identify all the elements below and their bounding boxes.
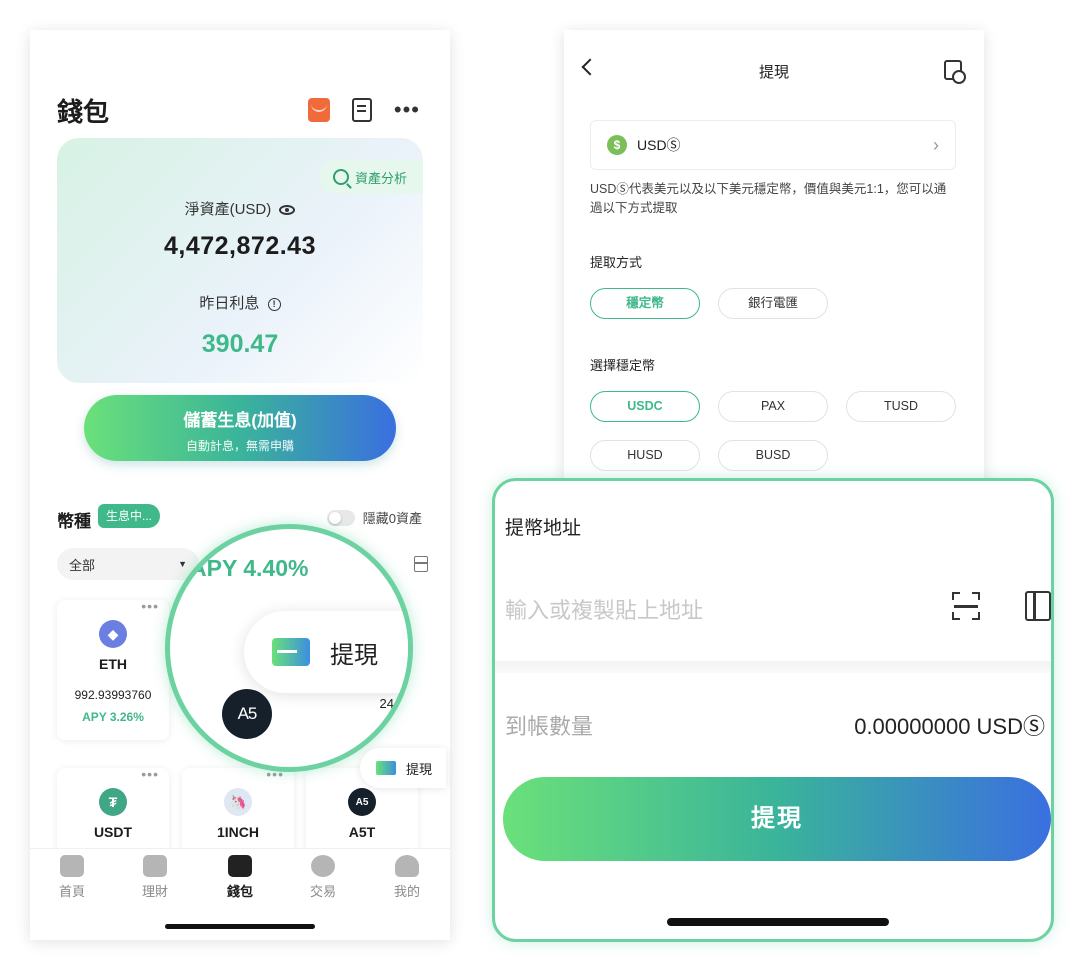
scan-icon[interactable] <box>952 592 980 620</box>
currency-select[interactable]: $ USDⓈ › <box>590 120 956 170</box>
more-icon[interactable]: ••• <box>141 766 159 782</box>
interest-text: 昨日利息 <box>199 295 260 312</box>
stablecoin-tusd[interactable]: TUSD <box>846 391 956 422</box>
address-label: 提幣地址 <box>505 518 582 539</box>
history-icon[interactable] <box>944 60 966 84</box>
nav-label: 錢包 <box>226 884 253 899</box>
stablecoin-busd[interactable]: BUSD <box>718 440 828 471</box>
interest-label: 昨日利息 ! <box>57 292 423 313</box>
statement-icon[interactable] <box>351 98 372 122</box>
withdraw-icon <box>376 761 396 775</box>
coin-amount: 992.93993760 <box>74 688 152 702</box>
eye-icon[interactable] <box>279 205 296 216</box>
withdraw-screen: 提現 $ USDⓈ › USDⓈ代表美元以及以下美元穩定幣，價值與美元1:1，您… <box>564 30 984 490</box>
coin-name: A5T <box>348 824 376 840</box>
withdraw-shortcut-label: 提現 <box>406 761 433 777</box>
coins-title: 幣種 <box>57 512 91 531</box>
coin-name: USDT <box>93 824 133 840</box>
zoomed-apy: APY 4.40% <box>190 555 309 581</box>
exchange-icon <box>311 855 335 877</box>
amount-label: 到帳數量 <box>505 714 594 739</box>
stablecoin-husd[interactable]: HUSD <box>590 440 700 471</box>
nav-label: 理財 <box>141 884 168 899</box>
save-button-title: 儲蓄生息(加值) <box>183 411 297 430</box>
info-icon[interactable]: ! <box>267 297 281 311</box>
asset-card: 資產分析 淨資產(USD) 4,472,872.43 昨日利息 ! 390.47 <box>57 138 423 383</box>
zoomed-amount-fragment: 24 <box>379 696 394 711</box>
earning-badge[interactable]: 生息中... <box>98 504 161 528</box>
nav-label: 首頁 <box>58 884 85 899</box>
1inch-icon: 🦄 <box>224 788 252 816</box>
caret-down-icon: ▼ <box>178 559 187 569</box>
page-title: 提現 <box>758 64 789 81</box>
withdraw-label: 提現 <box>330 641 378 669</box>
toggle-switch[interactable] <box>326 509 355 526</box>
coin-name: ETH <box>99 656 127 672</box>
a5-logo-icon: A5 <box>222 689 272 739</box>
stablecoin-pax[interactable]: PAX <box>718 391 828 422</box>
coin-card-usdt[interactable]: ••• ₮ USDT <box>57 766 169 858</box>
hide-zero-label: 隱藏0資產 <box>362 511 422 526</box>
coin-card-eth[interactable]: ••• ◆ ETH 992.93993760 APY 3.26% <box>57 598 169 740</box>
wallet-screen: 錢包 ••• 資產分析 淨資產(USD) 4,472,872.43 昨日利息 !… <box>30 30 450 940</box>
home-indicator <box>667 918 889 926</box>
nav-label: 我的 <box>393 884 420 899</box>
tether-icon: ₮ <box>99 788 127 816</box>
asset-analysis-button[interactable]: 資產分析 <box>318 160 423 194</box>
stablecoin-label: 選擇穩定幣 <box>590 358 656 373</box>
header-actions: ••• <box>307 98 420 122</box>
withdraw-icon <box>272 638 310 666</box>
chevron-right-icon: › <box>933 134 939 155</box>
coin-apy: APY 3.26% <box>82 710 144 724</box>
withdraw-submit-button[interactable]: 提現 <box>503 777 1051 861</box>
amount-value: 0.00000000 USDⓈ <box>854 714 1045 739</box>
more-icon[interactable]: ••• <box>394 99 420 121</box>
coin-filter-select[interactable]: 全部 ▼ <box>57 548 199 580</box>
save-button-subtitle: 自動計息，無需申購 <box>185 439 294 453</box>
interest-value: 390.47 <box>201 330 279 358</box>
zoomed-withdraw-button[interactable]: 提現 <box>244 611 408 693</box>
currency-note: USDⓈ代表美元以及以下美元穩定幣，價值與美元1:1，您可以通過以下方式提取 <box>590 182 947 215</box>
divider <box>495 661 1051 673</box>
currency-name: USDⓈ <box>637 137 681 153</box>
address-input[interactable]: 輸入或複製貼上地址 <box>505 593 703 625</box>
a5t-icon: A5 <box>348 788 376 816</box>
method-stablecoin[interactable]: 穩定幣 <box>590 288 700 319</box>
withdraw-shortcut-button[interactable]: 提現 <box>360 748 446 788</box>
nav-finance[interactable]: 理財 <box>125 855 185 900</box>
address-book-icon[interactable] <box>1025 591 1051 621</box>
method-label: 提取方式 <box>590 255 643 270</box>
stablecoin-usdc[interactable]: USDC <box>590 391 700 422</box>
wallet-icon <box>228 855 252 877</box>
user-icon <box>395 855 419 877</box>
net-assets-value: 4,472,872.43 <box>164 232 316 260</box>
magnifier-zoom: APY 4.40% 提現 A5 24 <box>165 524 413 772</box>
eth-icon: ◆ <box>99 620 127 648</box>
method-bank-wire[interactable]: 銀行電匯 <box>718 288 828 319</box>
analysis-icon <box>332 169 349 185</box>
net-assets-label: 淨資產(USD) <box>57 198 423 219</box>
nav-label: 交易 <box>309 884 336 899</box>
nav-wallet[interactable]: 錢包 <box>210 855 270 900</box>
nav-me[interactable]: 我的 <box>377 855 437 900</box>
more-icon[interactable]: ••• <box>141 598 159 614</box>
net-assets-text: 淨資產(USD) <box>184 201 272 218</box>
red-packet-icon[interactable] <box>307 98 330 122</box>
chart-icon <box>143 855 167 877</box>
nav-trade[interactable]: 交易 <box>293 855 353 900</box>
filter-value: 全部 <box>69 557 96 573</box>
page-title: 錢包 <box>57 97 110 127</box>
home-icon <box>60 855 84 877</box>
home-indicator <box>165 924 315 929</box>
layout-toggle-icon[interactable] <box>414 556 428 572</box>
withdraw-form-zoom: 提幣地址 輸入或複製貼上地址 到帳數量 0.00000000 USDⓈ 提現 <box>492 478 1054 942</box>
coin-card-1inch[interactable]: ••• 🦄 1INCH <box>182 766 294 858</box>
hide-zero-toggle[interactable]: 隱藏0資產 <box>326 508 422 527</box>
nav-home[interactable]: 首頁 <box>42 855 102 900</box>
asset-analysis-label: 資產分析 <box>354 170 407 186</box>
usd-icon: $ <box>607 135 627 155</box>
save-deposit-button[interactable]: 儲蓄生息(加值) 自動計息，無需申購 <box>84 395 396 461</box>
coin-name: 1INCH <box>216 824 259 840</box>
